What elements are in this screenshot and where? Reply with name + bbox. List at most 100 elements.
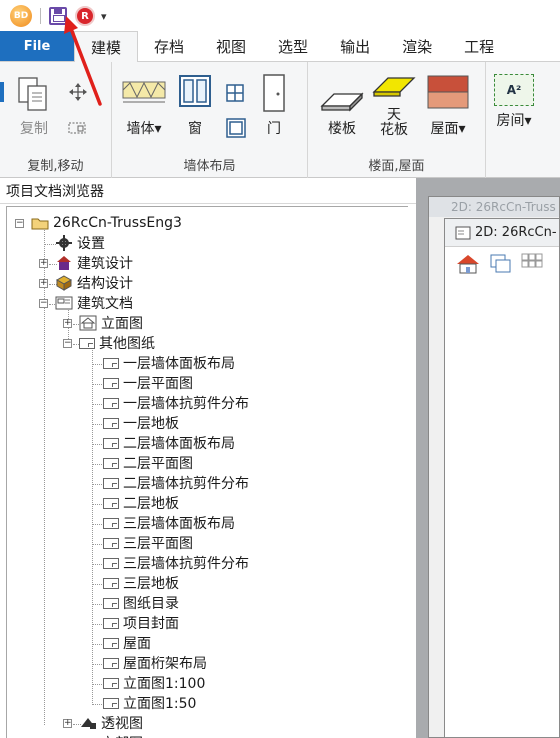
window-button[interactable]: 窗 bbox=[178, 74, 212, 138]
room-label-text: 房间 bbox=[496, 113, 525, 129]
tree-item-drawing[interactable]: 一层平面图 bbox=[103, 373, 193, 393]
project-tree: − 26RcCn-TrussEng3 设置 + 建筑设计 + 结构设计 − 建筑文档 + 立面图 − 其… bbox=[6, 206, 408, 738]
drawing-sheet-icon bbox=[103, 497, 119, 509]
group-label-wall-layout: 墙体布局 bbox=[183, 159, 236, 174]
tree-item-arch-design[interactable]: 建筑设计 bbox=[55, 253, 133, 273]
tree-item-drawing[interactable]: 三层地板 bbox=[103, 573, 179, 593]
tree-item-perspective[interactable]: 透视图 bbox=[79, 713, 143, 733]
tree-root[interactable]: 26RcCn-TrussEng3 bbox=[31, 213, 182, 233]
drawing-sheet-icon bbox=[103, 557, 119, 569]
tree-item-drawing[interactable]: 立面图1:100 bbox=[103, 673, 205, 693]
wall-button[interactable]: 墙体▾ bbox=[122, 74, 166, 138]
elevation-icon bbox=[79, 315, 97, 331]
tab-archive[interactable]: 存档 bbox=[138, 31, 200, 61]
tree-item-elevation[interactable]: 立面图 bbox=[79, 313, 143, 333]
door-icon bbox=[263, 74, 285, 112]
roof-icon bbox=[427, 75, 469, 109]
expand-icon[interactable]: + bbox=[63, 319, 72, 328]
tree-item-label: 二层平面图 bbox=[123, 456, 193, 472]
tree-item-label: 立面图 bbox=[101, 316, 143, 332]
window-layout-icon[interactable] bbox=[489, 253, 513, 275]
annotation-arrow bbox=[64, 16, 102, 106]
tree-item-drawing[interactable]: 立面图1:50 bbox=[103, 693, 196, 713]
tree-item-drawing[interactable]: 项目封面 bbox=[103, 613, 179, 633]
tab-selection[interactable]: 选型 bbox=[262, 31, 324, 61]
room-icon: A² bbox=[494, 74, 534, 106]
expand-icon[interactable]: + bbox=[39, 279, 48, 288]
tab-view[interactable]: 视图 bbox=[200, 31, 262, 61]
expand-icon[interactable]: + bbox=[63, 719, 72, 728]
tree-item-label: 建筑文档 bbox=[77, 296, 133, 312]
tree-item-drawing[interactable]: 二层地板 bbox=[103, 493, 179, 513]
tree-item-label: 二层墙体抗剪件分布 bbox=[123, 476, 249, 492]
copy-button[interactable]: 复制 bbox=[16, 74, 52, 138]
tree-item-other-drawings[interactable]: 其他图纸 bbox=[79, 333, 155, 353]
tree-item-label: 立面图1:50 bbox=[123, 696, 197, 712]
expand-icon[interactable]: + bbox=[39, 259, 48, 268]
tree-item-settings[interactable]: 设置 bbox=[55, 233, 105, 253]
tree-item-drawing[interactable]: 一层墙体抗剪件分布 bbox=[103, 393, 249, 413]
tree-item-label: 一层平面图 bbox=[123, 376, 193, 392]
gear-icon bbox=[56, 235, 72, 251]
room-label: 房间▾ bbox=[496, 113, 532, 129]
window-label: 窗 bbox=[188, 121, 202, 137]
app-logo-text: BD bbox=[13, 11, 29, 21]
drawing-sheet-icon bbox=[103, 517, 119, 529]
tree-item-partial[interactable]: 立部图 bbox=[79, 733, 143, 738]
tree-item-label: 屋面 bbox=[123, 636, 151, 652]
collapse-icon[interactable]: − bbox=[63, 339, 72, 348]
tree-item-drawing[interactable]: 三层墙体抗剪件分布 bbox=[103, 553, 249, 573]
tree-item-label: 建筑设计 bbox=[77, 256, 133, 272]
arch-design-icon bbox=[57, 256, 71, 270]
window-frame-icon[interactable] bbox=[226, 118, 246, 138]
tree-item-drawing[interactable]: 三层平面图 bbox=[103, 533, 193, 553]
tree-item-label: 结构设计 bbox=[77, 276, 133, 292]
group-label-floor-roof: 楼面,屋面 bbox=[368, 159, 425, 174]
tree-item-drawing[interactable]: 图纸目录 bbox=[103, 593, 179, 613]
drawing-window-front[interactable]: 2D: 26RcCn- bbox=[444, 218, 560, 738]
tree-item-drawing[interactable]: 三层墙体面板布局 bbox=[103, 513, 235, 533]
ceiling-label: 天花板 bbox=[380, 108, 408, 138]
tab-engineering[interactable]: 工程 bbox=[448, 31, 510, 61]
drawing-sheet-icon bbox=[103, 617, 119, 629]
tree-item-drawing[interactable]: 一层墙体面板布局 bbox=[103, 353, 235, 373]
window-grid-icon[interactable] bbox=[226, 84, 244, 102]
room-button[interactable]: A² 房间▾ bbox=[494, 74, 534, 130]
drawing-window-front-title: 2D: 26RcCn- bbox=[445, 219, 559, 247]
tree-item-drawing[interactable]: 屋面桁架布局 bbox=[103, 653, 207, 673]
drawing-sheet-icon bbox=[79, 337, 95, 349]
tree-item-drawing[interactable]: 二层墙体抗剪件分布 bbox=[103, 473, 249, 493]
app-logo-icon[interactable]: BD bbox=[10, 5, 32, 27]
drawing-sheet-icon bbox=[103, 457, 119, 469]
drawing-sheet-icon bbox=[103, 417, 119, 429]
tree-item-drawing[interactable]: 屋面 bbox=[103, 633, 151, 653]
tree-item-drawing[interactable]: 一层地板 bbox=[103, 413, 179, 433]
drawing-sheet-icon bbox=[103, 397, 119, 409]
tree-item-drawing[interactable]: 二层墙体面板布局 bbox=[103, 433, 235, 453]
tree-item-label: 透视图 bbox=[101, 716, 143, 732]
collapse-icon[interactable]: − bbox=[39, 299, 48, 308]
roof-label-text: 屋面 bbox=[430, 121, 459, 137]
door-button[interactable]: 门 bbox=[262, 74, 286, 138]
ceiling-button[interactable]: 天花板 bbox=[372, 74, 416, 138]
roof-button[interactable]: 屋面▾ bbox=[426, 74, 470, 138]
floor-slab-button[interactable]: 楼板 bbox=[320, 74, 364, 138]
collapse-icon[interactable]: − bbox=[15, 219, 24, 228]
drawing-sheet-icon bbox=[103, 597, 119, 609]
roof-label: 屋面▾ bbox=[430, 121, 466, 137]
tile-view-icon[interactable] bbox=[521, 253, 543, 275]
tab-render[interactable]: 渲染 bbox=[386, 31, 448, 61]
drawing-sheet-icon bbox=[103, 377, 119, 389]
tree-item-label: 三层地板 bbox=[123, 576, 179, 592]
front-title-text: 2D: 26RcCn- bbox=[475, 225, 557, 240]
drawing-toolbar bbox=[445, 247, 559, 281]
mirror-icon[interactable] bbox=[68, 120, 88, 136]
home-view-icon[interactable] bbox=[455, 253, 481, 275]
wall-icon bbox=[122, 81, 166, 103]
drawing-sheet-icon bbox=[103, 437, 119, 449]
tree-item-drawing[interactable]: 二层平面图 bbox=[103, 453, 193, 473]
tree-item-arch-docs[interactable]: 建筑文档 bbox=[55, 293, 133, 313]
tree-item-label: 三层墙体面板布局 bbox=[123, 516, 235, 532]
tab-output[interactable]: 输出 bbox=[324, 31, 386, 61]
tree-item-struct-design[interactable]: 结构设计 bbox=[55, 273, 133, 293]
